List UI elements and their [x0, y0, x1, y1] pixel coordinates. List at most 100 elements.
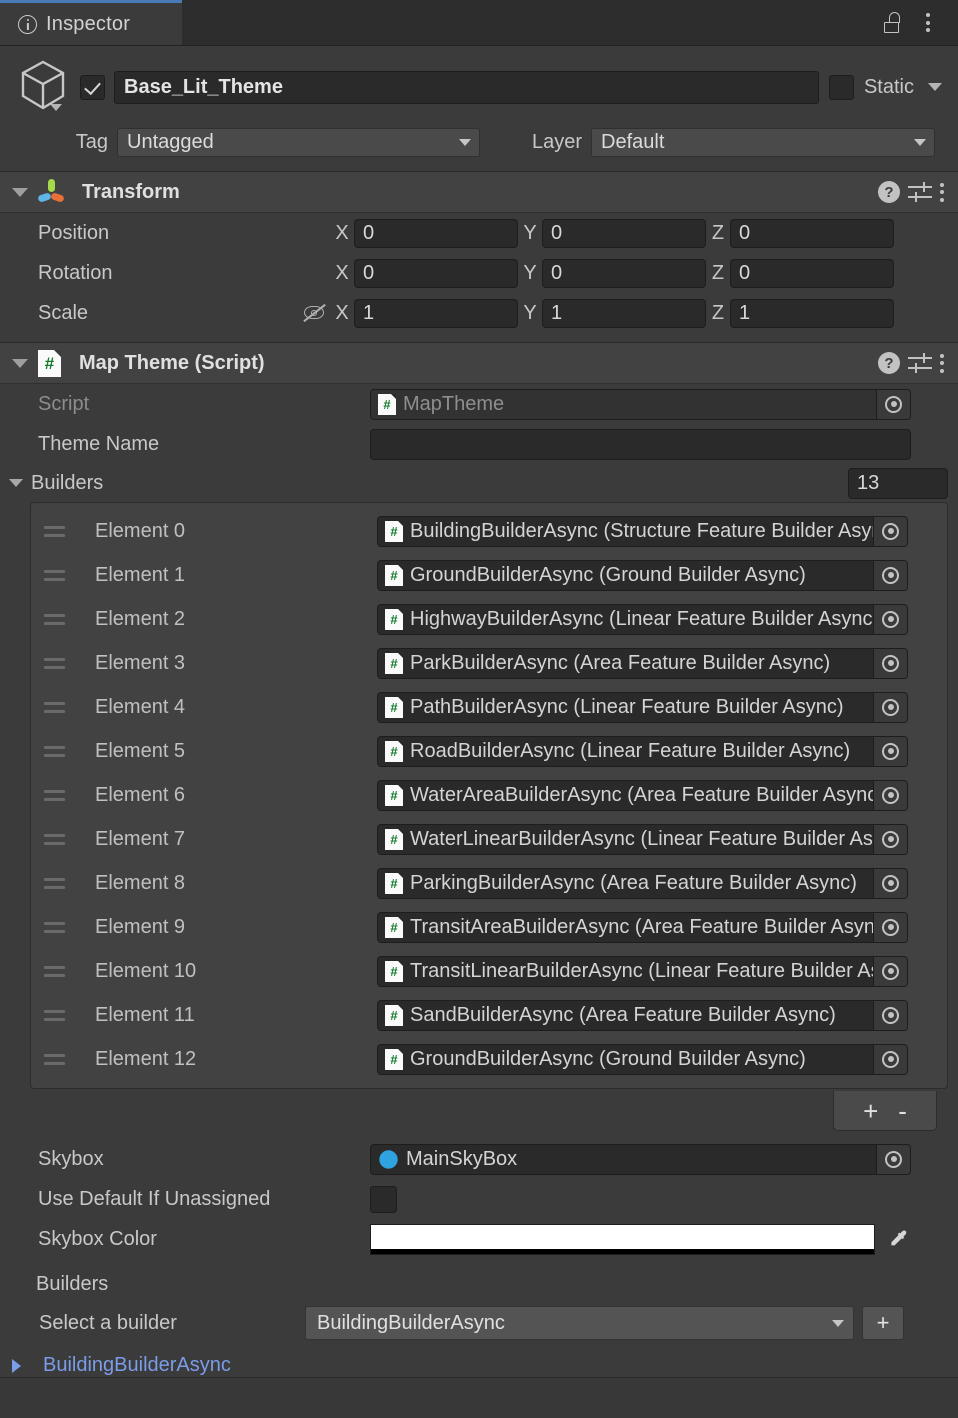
- add-builder-button[interactable]: +: [862, 1306, 904, 1340]
- static-checkbox[interactable]: [828, 74, 854, 100]
- drag-handle-icon[interactable]: [37, 1009, 67, 1021]
- object-picker-icon[interactable]: [873, 736, 907, 766]
- drag-handle-icon[interactable]: [37, 1053, 67, 1065]
- drag-handle-icon[interactable]: [37, 745, 67, 757]
- help-icon[interactable]: ?: [878, 181, 900, 203]
- object-picker-icon[interactable]: [873, 956, 907, 986]
- eyedropper-button[interactable]: [881, 1224, 915, 1255]
- rotation-z-input[interactable]: 0: [730, 258, 894, 288]
- element-object-field[interactable]: # ParkBuilderAsync (Area Feature Builder …: [377, 647, 908, 679]
- element-object-field[interactable]: # SandBuilderAsync (Area Feature Builder …: [377, 999, 908, 1031]
- list-item[interactable]: Element 5 # RoadBuilderAsync (Linear Feat…: [31, 729, 947, 773]
- help-icon[interactable]: ?: [878, 352, 900, 374]
- scale-link-toggle[interactable]: [300, 303, 330, 322]
- scale-z-input[interactable]: 1: [730, 298, 894, 328]
- position-x-input[interactable]: 0: [354, 218, 518, 248]
- use-default-checkbox[interactable]: [370, 1185, 397, 1213]
- tab-inspector[interactable]: Inspector: [0, 0, 182, 45]
- static-dropdown-chevron-icon[interactable]: [928, 83, 942, 91]
- rotation-y-input[interactable]: 0: [542, 258, 706, 288]
- drag-handle-icon[interactable]: [37, 569, 67, 581]
- list-item[interactable]: Element 2 # HighwayBuilderAsync (Linear F…: [31, 597, 947, 641]
- map-theme-header[interactable]: # Map Theme (Script) ?: [0, 343, 958, 384]
- add-element-button[interactable]: +: [863, 1098, 878, 1124]
- drag-handle-icon[interactable]: [37, 877, 67, 889]
- map-theme-foldout-icon[interactable]: [12, 358, 28, 368]
- preset-icon[interactable]: [908, 353, 932, 373]
- object-picker-icon[interactable]: [873, 516, 907, 546]
- position-y-input[interactable]: 0: [542, 218, 706, 248]
- object-picker-icon[interactable]: [873, 912, 907, 942]
- builder-entry-row[interactable]: BuildingBuilderAsync: [0, 1354, 958, 1377]
- list-item[interactable]: Element 9 # TransitAreaBuilderAsync (Area…: [31, 905, 947, 949]
- list-item[interactable]: Element 0 # BuildingBuilderAsync (Structu…: [31, 509, 947, 553]
- list-item[interactable]: Element 6 # WaterAreaBuilderAsync (Area F…: [31, 773, 947, 817]
- object-picker-icon[interactable]: [873, 1000, 907, 1030]
- element-object-field[interactable]: # TransitLinearBuilderAsync (Linear Featu…: [377, 955, 908, 987]
- object-picker-icon[interactable]: [876, 389, 910, 419]
- position-z-input[interactable]: 0: [730, 218, 894, 248]
- object-picker-icon[interactable]: [873, 824, 907, 854]
- select-builder-dropdown[interactable]: BuildingBuilderAsync: [305, 1306, 854, 1340]
- object-picker-icon[interactable]: [873, 780, 907, 810]
- list-item[interactable]: Element 10 # TransitLinearBuilderAsync (L…: [31, 949, 947, 993]
- remove-element-button[interactable]: -: [898, 1098, 907, 1124]
- drag-handle-icon[interactable]: [37, 789, 67, 801]
- element-object-field[interactable]: # WaterLinearBuilderAsync (Linear Feature…: [377, 823, 908, 855]
- scale-x-input[interactable]: 1: [354, 298, 518, 328]
- skybox-color-swatch[interactable]: [370, 1223, 875, 1255]
- lock-button[interactable]: [876, 7, 908, 39]
- list-item[interactable]: Element 1 # GroundBuilderAsync (Ground Bu…: [31, 553, 947, 597]
- builder-entry-label[interactable]: BuildingBuilderAsync: [43, 1354, 231, 1377]
- element-object-field[interactable]: # HighwayBuilderAsync (Linear Feature Bui…: [377, 603, 908, 635]
- object-picker-icon[interactable]: [873, 648, 907, 678]
- drag-handle-icon[interactable]: [37, 921, 67, 933]
- element-object-field[interactable]: # ParkingBuilderAsync (Area Feature Build…: [377, 867, 908, 899]
- kebab-menu-icon[interactable]: [940, 182, 944, 202]
- object-picker-icon[interactable]: [873, 560, 907, 590]
- transform-foldout-icon[interactable]: [12, 187, 28, 197]
- builders-size-input[interactable]: 13: [848, 467, 948, 499]
- drag-handle-icon[interactable]: [37, 833, 67, 845]
- drag-handle-icon[interactable]: [37, 657, 67, 669]
- drag-handle-icon[interactable]: [37, 613, 67, 625]
- drag-handle-icon[interactable]: [37, 701, 67, 713]
- object-name-field[interactable]: Base_Lit_Theme: [114, 70, 819, 104]
- list-item[interactable]: Element 8 # ParkingBuilderAsync (Area Fea…: [31, 861, 947, 905]
- element-object-field[interactable]: # GroundBuilderAsync (Ground Builder Asyn…: [377, 1043, 908, 1075]
- element-value: SandBuilderAsync (Area Feature Builder A…: [410, 1003, 836, 1026]
- object-picker-icon[interactable]: [873, 1044, 907, 1074]
- drag-handle-icon[interactable]: [37, 965, 67, 977]
- object-picker-icon[interactable]: [873, 868, 907, 898]
- theme-name-input[interactable]: [370, 428, 911, 460]
- preset-icon[interactable]: [908, 182, 932, 202]
- list-item[interactable]: Element 4 # PathBuilderAsync (Linear Feat…: [31, 685, 947, 729]
- list-item[interactable]: Element 11 # SandBuilderAsync (Area Featu…: [31, 993, 947, 1037]
- object-picker-icon[interactable]: [876, 1144, 910, 1174]
- list-item[interactable]: Element 12 # GroundBuilderAsync (Ground B…: [31, 1037, 947, 1081]
- builders-foldout-icon[interactable]: [9, 479, 23, 487]
- list-item[interactable]: Element 3 # ParkBuilderAsync (Area Featur…: [31, 641, 947, 685]
- element-object-field[interactable]: # GroundBuilderAsync (Ground Builder Asyn…: [377, 559, 908, 591]
- builder-entry-foldout-icon[interactable]: [12, 1358, 21, 1373]
- inspector-menu-button[interactable]: [912, 7, 944, 39]
- element-object-field[interactable]: # PathBuilderAsync (Linear Feature Builde…: [377, 691, 908, 723]
- scale-y-input[interactable]: 1: [542, 298, 706, 328]
- object-picker-icon[interactable]: [873, 604, 907, 634]
- object-enabled-checkbox[interactable]: [80, 74, 105, 100]
- element-value: ParkBuilderAsync (Area Feature Builder A…: [410, 651, 831, 674]
- object-picker-icon[interactable]: [873, 692, 907, 722]
- element-object-field[interactable]: # RoadBuilderAsync (Linear Feature Builde…: [377, 735, 908, 767]
- object-header: Base_Lit_Theme Static Tag Untagged Layer…: [0, 46, 958, 172]
- rotation-x-input[interactable]: 0: [354, 258, 518, 288]
- layer-dropdown[interactable]: Default: [591, 128, 935, 157]
- transform-header[interactable]: Transform ?: [0, 172, 958, 213]
- element-object-field[interactable]: # BuildingBuilderAsync (Structure Feature…: [377, 515, 908, 547]
- kebab-menu-icon[interactable]: [940, 353, 944, 373]
- list-item[interactable]: Element 7 # WaterLinearBuilderAsync (Line…: [31, 817, 947, 861]
- tag-dropdown[interactable]: Untagged: [117, 128, 480, 157]
- element-object-field[interactable]: # WaterAreaBuilderAsync (Area Feature Bui…: [377, 779, 908, 811]
- drag-handle-icon[interactable]: [37, 525, 67, 537]
- skybox-object-field[interactable]: MainSkyBox: [370, 1143, 911, 1175]
- element-object-field[interactable]: # TransitAreaBuilderAsync (Area Feature B…: [377, 911, 908, 943]
